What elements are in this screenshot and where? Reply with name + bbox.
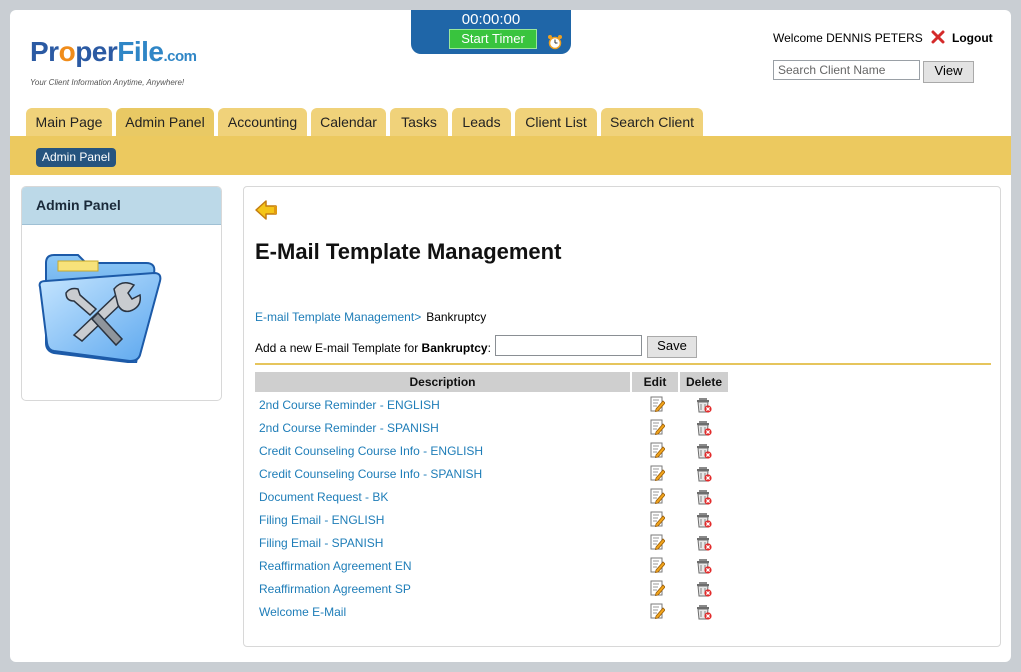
add-template-label: Add a new E-mail Template for Bankruptcy… [255, 341, 491, 355]
logo-wordmark: ProperFile.com [30, 36, 197, 67]
back-arrow-icon[interactable] [254, 197, 280, 223]
table-row: Filing Email - ENGLISH [255, 510, 735, 533]
save-button[interactable]: Save [647, 336, 697, 358]
template-link[interactable]: 2nd Course Reminder - SPANISH [259, 421, 439, 435]
edit-icon[interactable] [649, 442, 665, 458]
app-frame: ProperFile.com Your Client Information A… [10, 10, 1011, 662]
alarm-clock-icon[interactable] [547, 34, 563, 50]
tab-search-client[interactable]: Search Client [601, 108, 703, 136]
edit-icon[interactable] [649, 511, 665, 527]
tools-folder-icon [38, 254, 162, 363]
edit-icon[interactable] [649, 488, 665, 504]
tab-client-list[interactable]: Client List [515, 108, 597, 136]
sidebar-title: Admin Panel [22, 187, 221, 225]
tab-accounting[interactable]: Accounting [218, 108, 307, 136]
delete-icon[interactable] [696, 396, 712, 413]
column-header-description: Description [255, 372, 630, 392]
table-row: 2nd Course Reminder - ENGLISH [255, 395, 735, 418]
tab-leads[interactable]: Leads [452, 108, 511, 136]
delete-icon[interactable] [696, 465, 712, 482]
delete-icon[interactable] [696, 511, 712, 528]
edit-icon[interactable] [649, 534, 665, 550]
template-link[interactable]: Credit Counseling Course Info - ENGLISH [259, 444, 483, 458]
view-button[interactable]: View [923, 61, 974, 83]
column-header-edit: Edit [632, 372, 678, 392]
delete-icon[interactable] [696, 534, 712, 551]
tab-main-page[interactable]: Main Page [26, 108, 112, 136]
subnav-bar [10, 136, 1011, 175]
template-link[interactable]: Reaffirmation Agreement SP [259, 582, 411, 596]
template-link[interactable]: Filing Email - SPANISH [259, 536, 383, 550]
template-link[interactable]: Filing Email - ENGLISH [259, 513, 384, 527]
breadcrumb-email-template-management[interactable]: E-mail Template Management> [255, 310, 421, 324]
table-row: Credit Counseling Course Info - ENGLISH [255, 441, 735, 464]
table-row: Reaffirmation Agreement EN [255, 556, 735, 579]
template-link[interactable]: Reaffirmation Agreement EN [259, 559, 412, 573]
properfile-logo[interactable]: ProperFile.com Your Client Information A… [30, 36, 230, 96]
table-row: Document Request - BK [255, 487, 735, 510]
start-timer-button[interactable]: Start Timer [449, 29, 537, 49]
table-row: Credit Counseling Course Info - SPANISH [255, 464, 735, 487]
welcome-text: Welcome DENNIS PETERS [773, 31, 923, 45]
add-template-category: Bankruptcy [421, 341, 488, 355]
breadcrumb: E-mail Template Management> Bankruptcy [255, 310, 486, 324]
tab-admin-panel[interactable]: Admin Panel [116, 108, 214, 136]
table-row: 2nd Course Reminder - SPANISH [255, 418, 735, 441]
edit-icon[interactable] [649, 419, 665, 435]
edit-icon[interactable] [649, 557, 665, 573]
delete-icon[interactable] [696, 557, 712, 574]
delete-icon[interactable] [696, 419, 712, 436]
edit-icon[interactable] [649, 603, 665, 619]
search-client-input[interactable] [773, 60, 920, 80]
table-row: Welcome E-Mail [255, 602, 735, 625]
sidebar-panel: Admin Panel [21, 186, 222, 401]
logout-close-icon[interactable] [931, 30, 945, 44]
main-panel: E-Mail Template Management E-mail Templa… [243, 186, 1001, 647]
template-link[interactable]: Welcome E-Mail [259, 605, 346, 619]
new-template-input[interactable] [495, 335, 642, 356]
delete-icon[interactable] [696, 488, 712, 505]
delete-icon[interactable] [696, 442, 712, 459]
page-title: E-Mail Template Management [255, 239, 562, 264]
subnav-admin-panel[interactable]: Admin Panel [36, 148, 117, 167]
delete-icon[interactable] [696, 580, 712, 597]
logout-link[interactable]: Logout [952, 31, 993, 45]
table-row: Filing Email - SPANISH [255, 533, 735, 556]
logo-tagline: Your Client Information Anytime, Anywher… [30, 78, 185, 87]
template-link[interactable]: Credit Counseling Course Info - SPANISH [259, 467, 482, 481]
divider [255, 363, 991, 365]
edit-icon[interactable] [649, 580, 665, 596]
template-link[interactable]: Document Request - BK [259, 490, 388, 504]
table-row: Reaffirmation Agreement SP [255, 579, 735, 602]
edit-icon[interactable] [649, 396, 665, 412]
breadcrumb-current: Bankruptcy [426, 310, 487, 324]
template-link[interactable]: 2nd Course Reminder - ENGLISH [259, 398, 440, 412]
tab-calendar[interactable]: Calendar [311, 108, 386, 136]
timer-widget: 00:00:00 Start Timer [411, 10, 571, 54]
edit-icon[interactable] [649, 465, 665, 481]
delete-icon[interactable] [696, 603, 712, 620]
timer-display: 00:00:00 [461, 11, 521, 28]
tab-tasks[interactable]: Tasks [390, 108, 448, 136]
column-header-delete: Delete [680, 372, 728, 392]
